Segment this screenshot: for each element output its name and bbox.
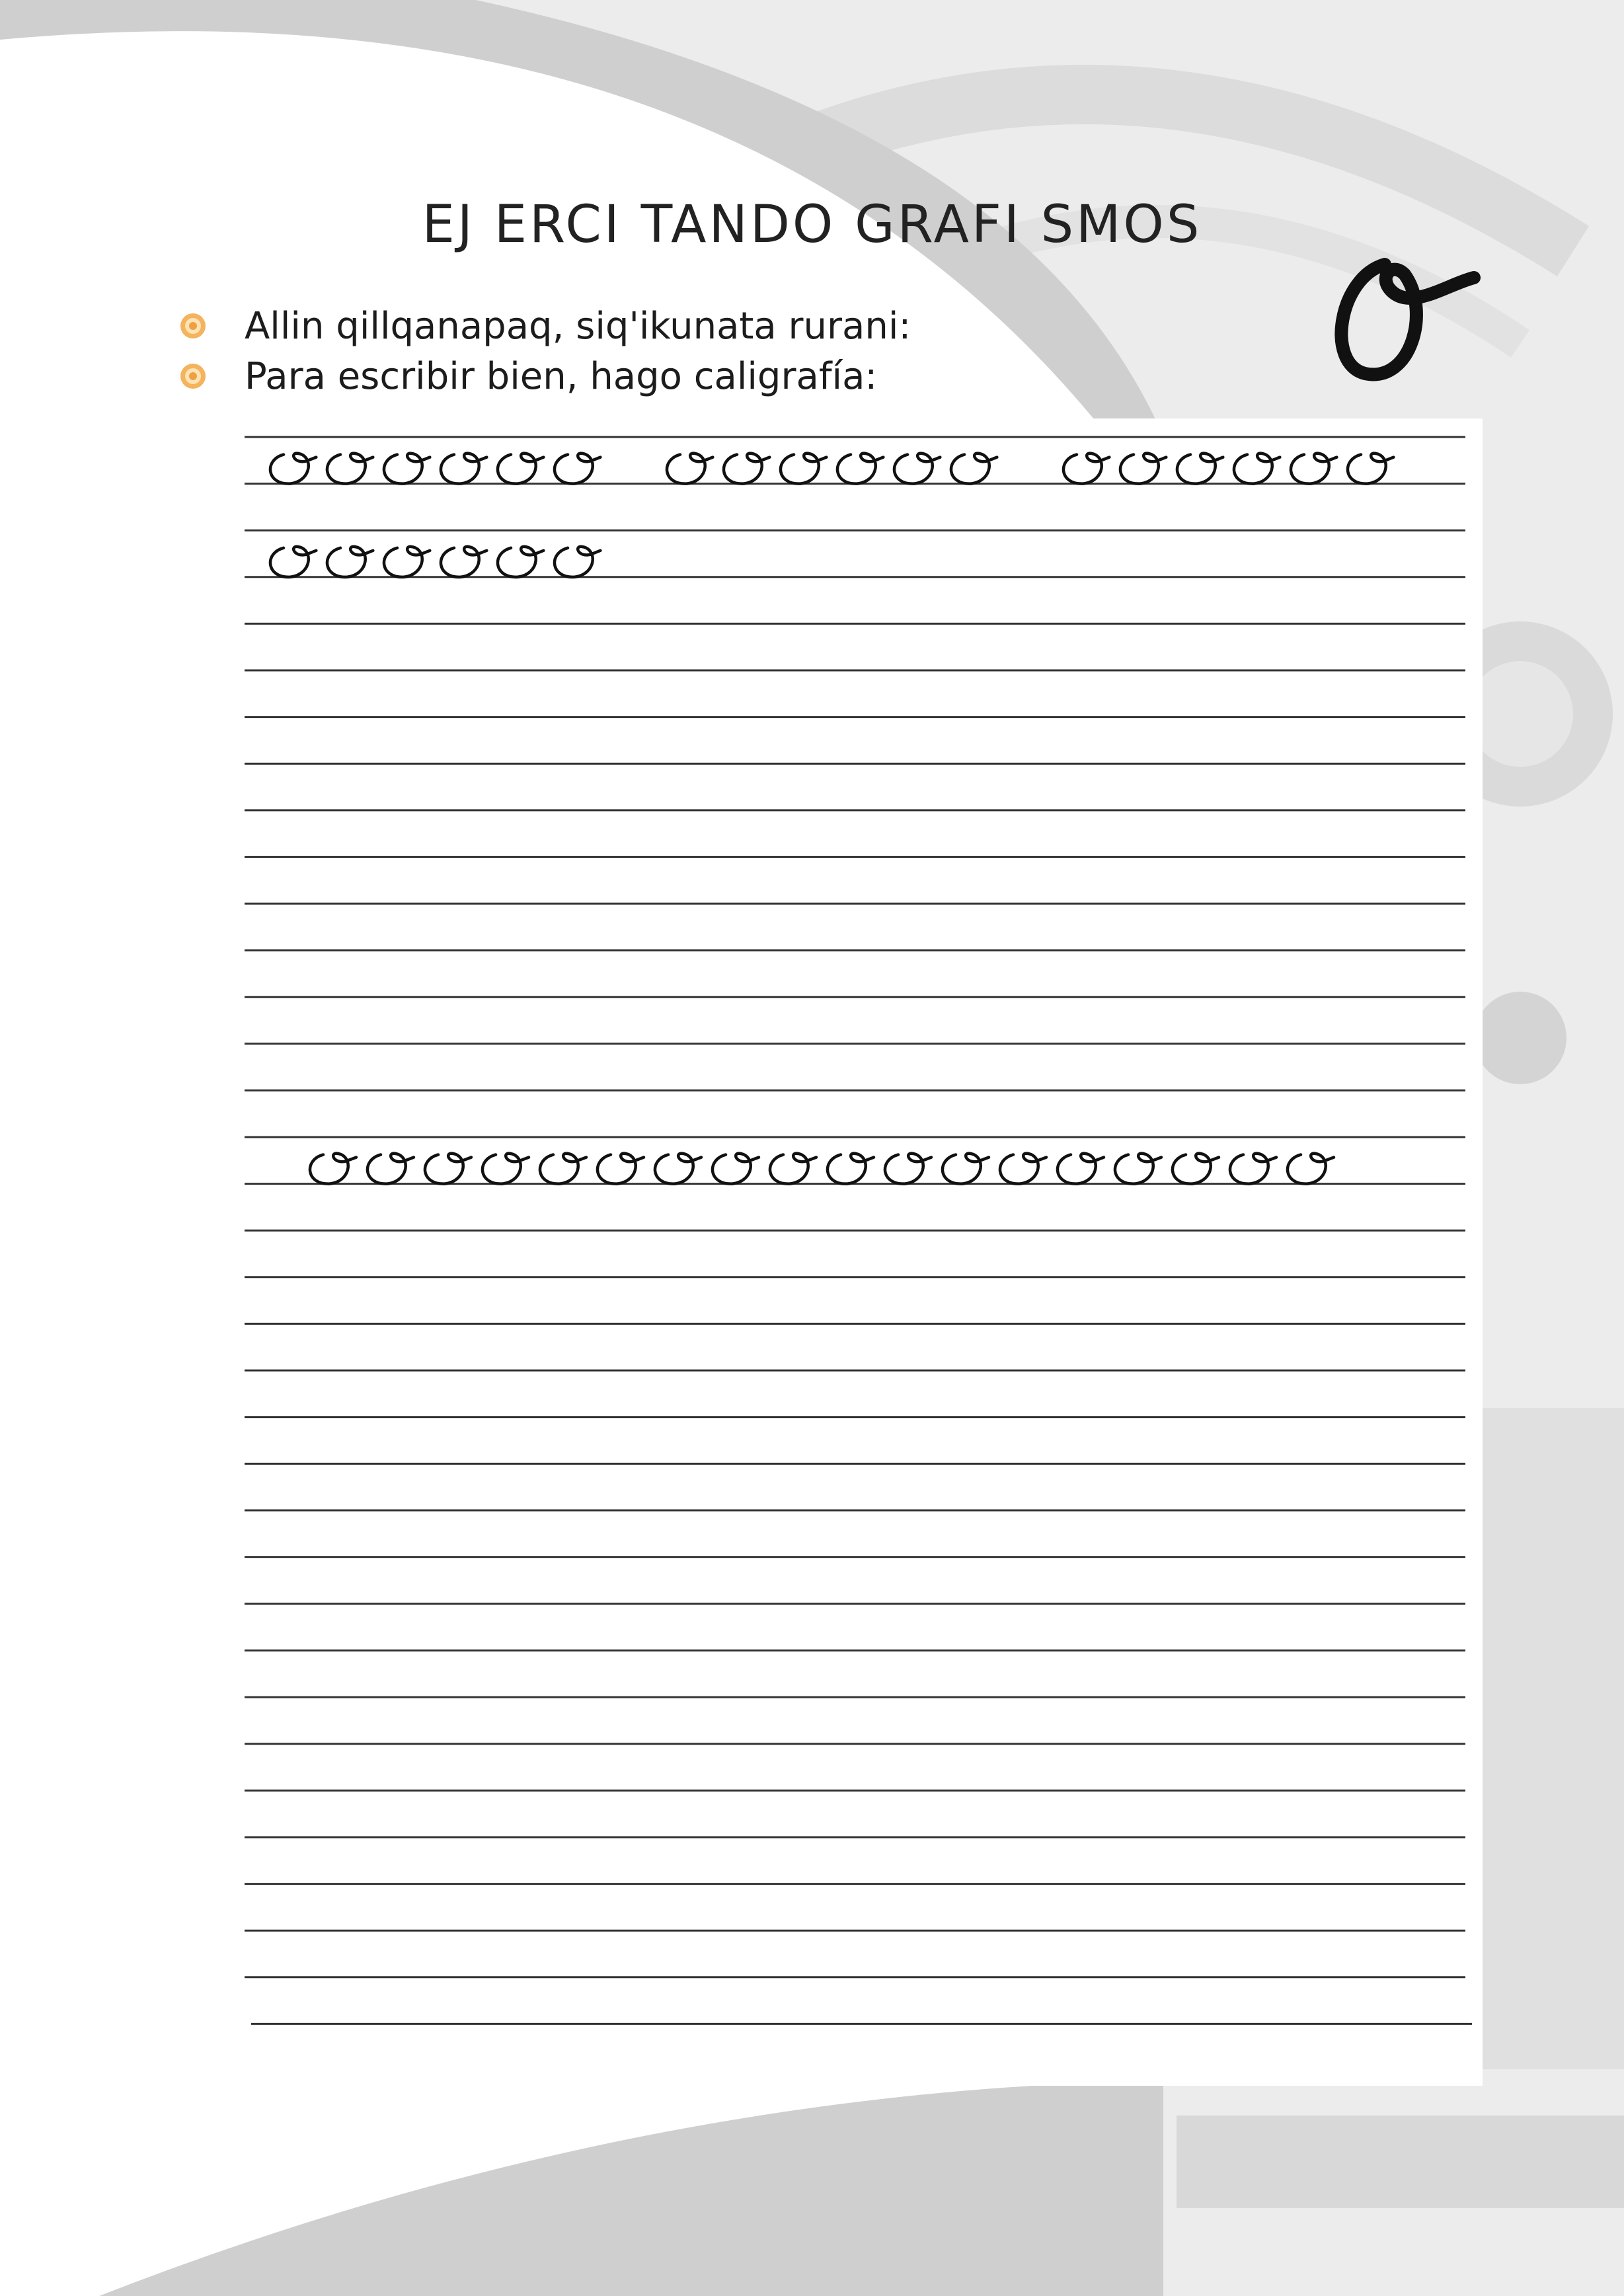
cursive-o-letters	[665, 452, 999, 485]
instructions-list: Allin qillqanapaq, siq'ikunata rurani: P…	[178, 301, 911, 401]
flower-bullet-icon	[180, 364, 206, 389]
cursive-o-letters	[268, 452, 602, 485]
cursive-o-group	[268, 452, 602, 485]
cursive-o-group	[665, 452, 999, 485]
cursive-o-group	[308, 1152, 1336, 1185]
cursive-o-letters	[308, 1152, 1336, 1185]
instruction-item: Allin qillqanapaq, siq'ikunata rurani:	[178, 301, 911, 351]
instruction-item: Para escribir bien, hago caligrafía:	[178, 351, 911, 401]
flower-bullet-icon	[180, 313, 206, 338]
cursive-o-letters	[268, 545, 602, 579]
instruction-text: Para escribir bien, hago caligrafía:	[245, 354, 878, 398]
writing-sheet	[235, 418, 1483, 2086]
ruled-lines	[245, 436, 1472, 2025]
cursive-o-letters	[1062, 452, 1395, 485]
instruction-text: Allin qillqanapaq, siq'ikunata rurani:	[245, 304, 911, 348]
cursive-o-group	[268, 545, 602, 579]
featured-letter-o	[1334, 258, 1481, 381]
cursive-o-group	[1062, 452, 1395, 485]
